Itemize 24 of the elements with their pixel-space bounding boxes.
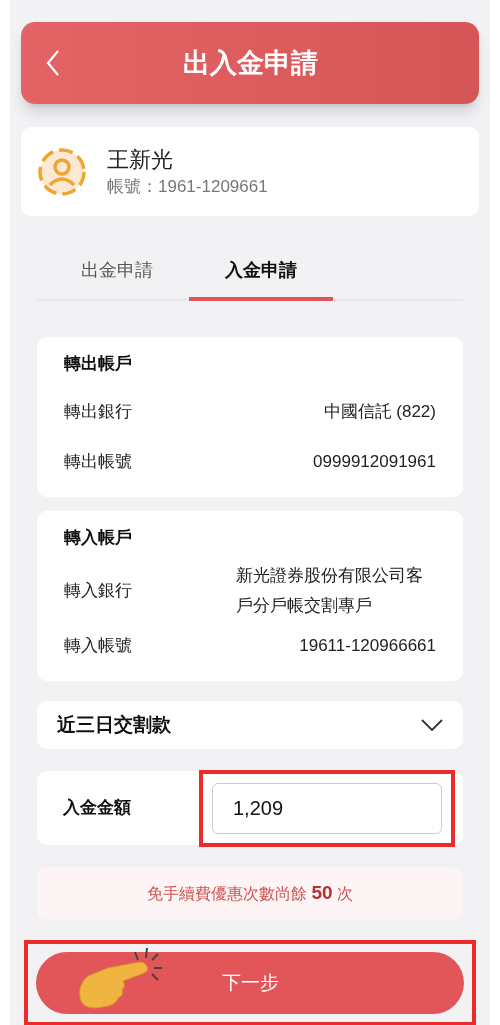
field-value: 19611-120966661 [299, 635, 436, 657]
section-title: 轉出帳戶 [64, 353, 133, 375]
field-label: 轉入帳號 [64, 635, 132, 658]
section-title: 轉入帳戶 [64, 527, 133, 549]
amount-label: 入金金額 [63, 797, 131, 820]
field-value: 0999912091961 [313, 451, 436, 473]
dropdown-label: 近三日交割款 [57, 712, 171, 737]
amount-input[interactable]: 1,209 [212, 782, 442, 834]
back-icon [46, 50, 60, 76]
tab[interactable]: 入金申請 [189, 244, 333, 301]
field-value: 中國信託 (822) [323, 401, 436, 423]
recent-settlement-dropdown[interactable]: 近三日交割款 [37, 701, 463, 749]
field-label: 轉入銀行 [64, 580, 132, 603]
field-label: 轉出銀行 [64, 401, 132, 424]
account-label: 帳號： [107, 175, 158, 198]
next-button[interactable]: 下一步 [36, 952, 464, 1014]
fee-waiver-notice: 免手續費優惠次數尚餘 50 次 [146, 881, 353, 906]
page-title: 出入金申請 [182, 46, 318, 80]
field-label: 轉出帳號 [64, 451, 132, 474]
user-name: 王新光 [107, 145, 174, 174]
tab[interactable]: 出金申請 [45, 244, 189, 301]
field-value: 新光證券股份有限公司客戶分戶帳交割專戶 [236, 565, 424, 617]
avatar-icon [37, 146, 87, 197]
account-number: 1961-1209661 [158, 175, 268, 198]
